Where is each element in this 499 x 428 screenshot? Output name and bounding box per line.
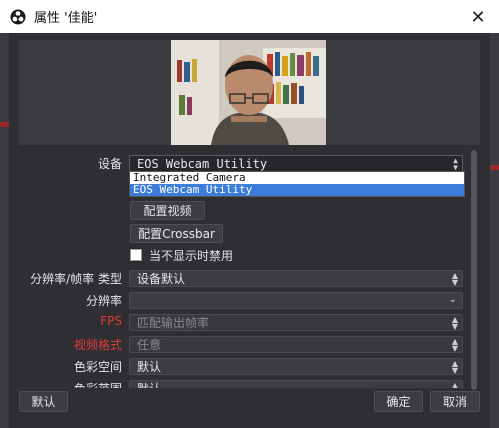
scrollbar-thumb[interactable] <box>471 150 477 390</box>
defaults-button[interactable]: 默认 <box>19 391 68 412</box>
fps-value: 匹配输出帧率 <box>137 316 210 330</box>
up-down-arrows-icon: ▲▼ <box>451 270 458 287</box>
color-space-label: 色彩空间 <box>73 360 122 374</box>
resolution-fps-type-label: 分辨率/帧率 类型 <box>30 272 122 286</box>
preview-photo-icon <box>171 40 326 145</box>
color-range-label: 色彩范围 <box>9 380 122 388</box>
backdrop-indicator-right <box>490 165 499 170</box>
device-select[interactable]: EOS Webcam Utility ▲ ▼ <box>129 155 463 172</box>
dropdown-option-eos-webcam-utility[interactable]: EOS Webcam Utility <box>130 184 464 196</box>
up-down-arrows-icon: ▲▼ <box>451 314 458 331</box>
backdrop-indicator-left <box>0 122 9 127</box>
up-down-arrows-icon: ▲▼ <box>453 155 458 172</box>
properties-dialog: 设备 EOS Webcam Utility ▲ ▼ Integrated Came… <box>9 33 490 428</box>
up-down-arrows-icon: ▲▼ <box>451 358 458 375</box>
properties-scrollbar[interactable] <box>470 150 478 390</box>
color-space-value: 默认 <box>137 360 162 374</box>
configure-video-button[interactable]: 配置视频 <box>130 201 205 220</box>
fps-label: FPS <box>100 314 122 328</box>
device-select-value: EOS Webcam Utility <box>137 156 268 171</box>
resolution-fps-type-value: 设备默认 <box>137 272 186 286</box>
configure-crossbar-button[interactable]: 配置Crossbar <box>130 224 223 243</box>
fps-select[interactable]: 匹配输出帧率 ▲ ▼ <box>129 314 463 331</box>
obs-logo-icon <box>10 9 26 24</box>
device-dropdown-list[interactable]: Integrated Camera EOS Webcam Utility <box>129 171 465 197</box>
title-bar: 属性 '佳能' ✕ <box>0 0 499 33</box>
chevron-down-icon: ⌄ <box>448 294 457 305</box>
color-range-row-clip: 色彩范围 默认 ▲▼ <box>9 380 490 388</box>
deactivate-when-hidden-checkbox[interactable] <box>130 249 142 261</box>
backdrop-right-strip <box>490 33 499 428</box>
backdrop-left-strip <box>0 33 9 428</box>
ok-button[interactable]: 确定 <box>374 391 423 412</box>
video-format-select[interactable]: 任意 ▲ ▼ <box>129 336 463 353</box>
color-range-value: 默认 <box>137 380 161 388</box>
close-icon[interactable]: ✕ <box>467 6 489 28</box>
cancel-button[interactable]: 取消 <box>430 391 480 412</box>
resolution-label: 分辨率 <box>85 294 122 308</box>
video-format-label: 视频格式 <box>73 338 122 352</box>
video-preview <box>19 40 480 145</box>
resolution-fps-type-select[interactable]: 设备默认 ▲ ▼ <box>129 270 463 287</box>
webcam-preview-image <box>171 40 326 145</box>
resolution-combobox[interactable]: ⌄ <box>129 292 463 309</box>
up-down-arrows-icon: ▲▼ <box>451 380 458 388</box>
color-space-select[interactable]: 默认 ▲ ▼ <box>129 358 463 375</box>
window-title: 属性 '佳能' <box>34 11 98 26</box>
up-down-arrows-icon: ▲▼ <box>451 336 458 353</box>
color-range-select[interactable]: 默认 ▲▼ <box>129 380 463 388</box>
device-label: 设备 <box>97 157 122 171</box>
video-format-value: 任意 <box>137 338 162 352</box>
deactivate-when-hidden-label: 当不显示时禁用 <box>149 249 234 263</box>
